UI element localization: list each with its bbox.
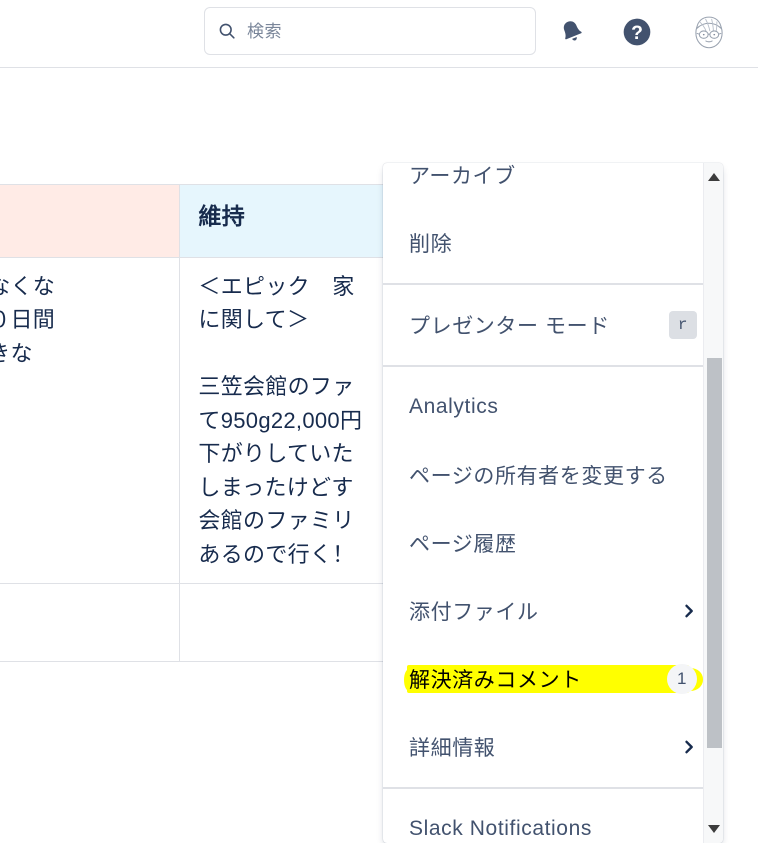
table-cell: 登校できなくな の無料１０日間 か登録できな (0, 257, 181, 584)
menu-item-details[interactable]: 詳細情報 (383, 713, 723, 781)
more-actions-dropdown-menu: アーカイブ 削除 プレゼンター モード r Analytics ページの所有者を… (383, 163, 723, 843)
search-icon (219, 23, 235, 39)
menu-item-label: ページ履歴 (409, 533, 517, 556)
menu-item-analytics[interactable]: Analytics (383, 373, 723, 441)
menu-item-label: Analytics (409, 395, 499, 418)
notification-bell-icon (563, 21, 582, 41)
menu-item-label: 詳細情報 (409, 737, 496, 760)
menu-item-archive[interactable]: アーカイブ (383, 163, 723, 209)
scroll-up-button[interactable] (704, 167, 723, 187)
resolved-comments-count-badge: 1 (667, 664, 697, 694)
menu-item-label: ページの所有者を変更する (409, 465, 668, 488)
app-root: 検索 ? 維持 くな 日間 な ＜エピック 家 に関して＞ 三笠会館のファ て9… (0, 0, 758, 843)
menu-item-attachments[interactable]: 添付ファイル (383, 577, 723, 645)
avatar[interactable] (688, 11, 730, 53)
svg-text:?: ? (631, 23, 643, 44)
keyboard-shortcut-badge: r (669, 311, 697, 339)
scroll-down-button[interactable] (704, 819, 723, 839)
menu-items-container: アーカイブ 削除 プレゼンター モード r Analytics ページの所有者を… (383, 163, 723, 843)
table-header-cell-a (0, 184, 181, 258)
menu-divider (383, 787, 723, 789)
scrollbar-thumb[interactable] (707, 358, 722, 748)
menu-item-label: Slack Notifications (409, 817, 592, 840)
help-button[interactable]: ? (619, 14, 655, 50)
menu-item-page-history[interactable]: ページ履歴 (383, 509, 723, 577)
menu-item-label: 添付ファイル (409, 601, 539, 624)
menu-item-slack-notifications[interactable]: Slack Notifications (383, 795, 723, 843)
menu-divider (383, 283, 723, 285)
menu-item-label: 削除 (409, 233, 453, 256)
page-toolbar: 要約 (0, 69, 758, 222)
search-input[interactable]: 検索 (204, 7, 536, 55)
user-avatar-icon (695, 16, 723, 49)
scroll-down-arrow-icon (708, 825, 720, 833)
scroll-up-arrow-icon (708, 173, 720, 181)
menu-item-presenter-mode[interactable]: プレゼンター モード r (383, 291, 723, 359)
top-navigation-bar: 検索 ? (0, 0, 758, 68)
menu-item-label: プレゼンター モード (409, 315, 610, 338)
menu-item-label: アーカイブ (409, 165, 516, 188)
chevron-right-icon (685, 604, 693, 618)
menu-scrollbar[interactable] (703, 163, 723, 843)
cell-text: 登校できなくな の無料１０日間 か登録できな (0, 274, 56, 366)
menu-item-resolved-comments[interactable]: 解決済みコメント 1 (383, 645, 723, 713)
chevron-right-icon (685, 740, 693, 754)
menu-item-label: 解決済みコメント (409, 669, 582, 692)
menu-scroll-viewport: アーカイブ 削除 プレゼンター モード r Analytics ページの所有者を… (383, 163, 723, 843)
menu-item-delete[interactable]: 削除 (383, 209, 723, 277)
menu-divider (383, 365, 723, 367)
table-cell (0, 582, 181, 662)
help-question-icon: ? (623, 18, 651, 46)
menu-item-change-page-owner[interactable]: ページの所有者を変更する (383, 441, 723, 509)
notification-bell-button[interactable] (554, 14, 590, 50)
search-placeholder-text: 検索 (247, 21, 282, 41)
